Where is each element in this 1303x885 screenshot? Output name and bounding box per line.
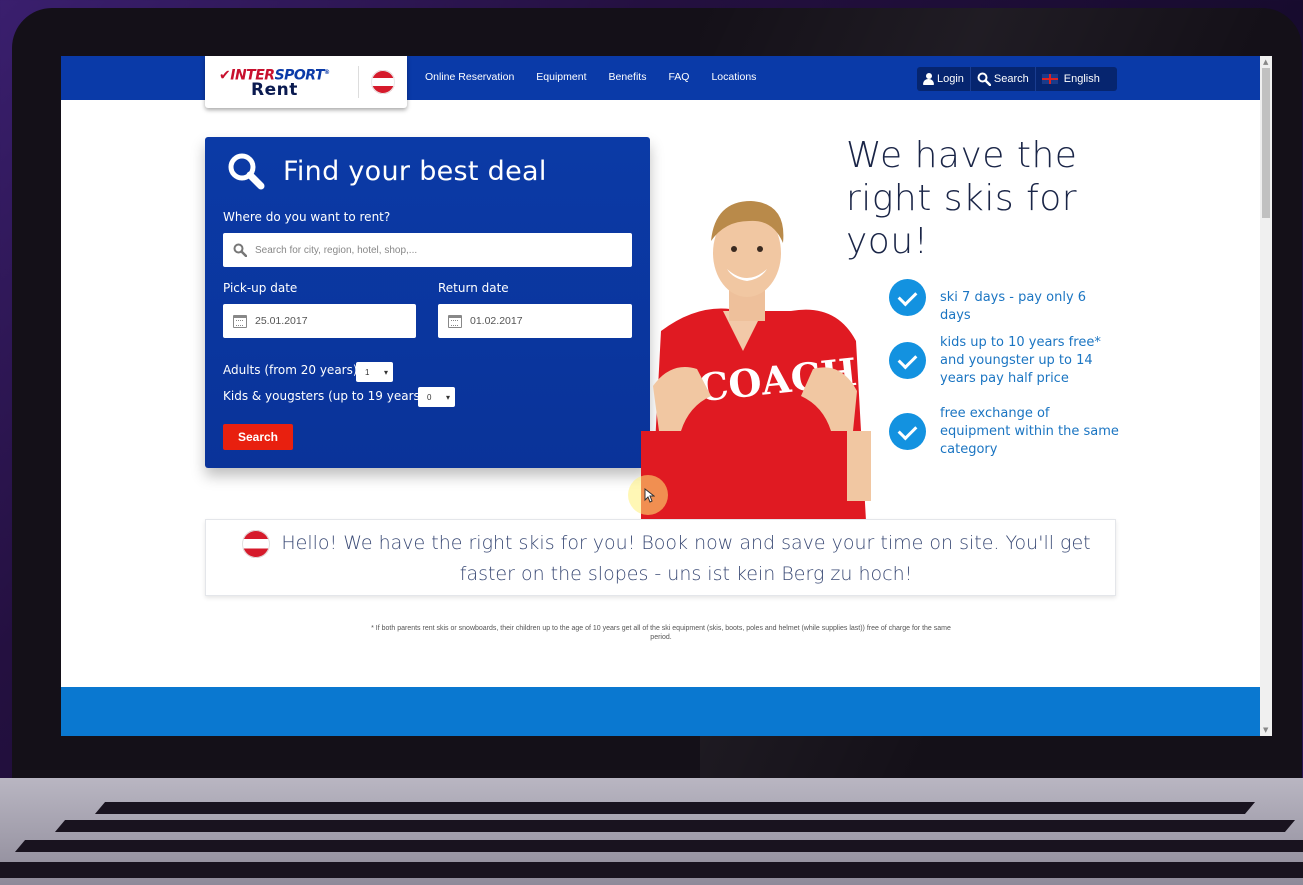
nav-faq[interactable]: FAQ	[668, 71, 689, 83]
return-date-value: 01.02.2017	[470, 315, 523, 327]
pickup-label: Pick-up date	[223, 281, 298, 295]
language-selector[interactable]: English	[1034, 67, 1106, 91]
scroll-up-icon[interactable]: ▲	[1263, 58, 1268, 66]
kids-value: 0	[427, 392, 432, 402]
logo[interactable]: ✔INTERSPORT® Rent	[205, 56, 407, 108]
calendar-icon	[233, 314, 247, 328]
coach-person-image: COACH	[641, 201, 871, 521]
chevron-down-icon: ▾	[383, 367, 388, 377]
uk-flag-icon	[1041, 74, 1058, 84]
benefit-text: free exchange of equipment within the sa…	[940, 406, 1119, 457]
logo-rent: Rent	[251, 79, 298, 100]
nav-equipment[interactable]: Equipment	[536, 71, 586, 83]
search-icon	[977, 72, 991, 86]
laptop-keyboard-base	[0, 778, 1303, 885]
hello-banner: Hello! We have the right skis for you! B…	[205, 519, 1116, 596]
search-field-icon	[233, 243, 247, 257]
logo-divider	[358, 66, 359, 98]
check-icon	[889, 279, 926, 316]
magnifier-icon	[228, 153, 265, 190]
search-panel: Find your best deal Where do you want to…	[205, 137, 650, 468]
where-label: Where do you want to rent?	[223, 210, 391, 224]
keyboard-row	[94, 802, 1256, 814]
user-icon	[923, 73, 934, 85]
scroll-down-icon[interactable]: ▼	[1263, 726, 1268, 734]
benefit-text: kids up to 10 years free* and youngster …	[940, 335, 1101, 386]
footnote: * If both parents rent skis or snowboard…	[371, 625, 951, 641]
return-label: Return date	[438, 281, 509, 295]
search-button[interactable]: Search	[223, 424, 293, 450]
benefit-item: free exchange of equipment within the sa…	[889, 405, 1120, 459]
location-placeholder: Search for city, region, hotel, shop,...	[255, 244, 418, 256]
austria-flag-icon[interactable]	[371, 70, 395, 94]
login-label: Login	[937, 73, 964, 85]
return-date-field[interactable]: 01.02.2017	[438, 304, 632, 338]
hero-title: We have the right skis for you!	[846, 135, 1078, 262]
calendar-icon	[448, 314, 462, 328]
login-button[interactable]: Login	[917, 67, 970, 91]
blue-section-band	[61, 687, 1260, 736]
language-label: English	[1063, 73, 1100, 85]
browser-viewport: ✔INTERSPORT® Rent Online Reservation Equ…	[61, 56, 1272, 736]
check-icon	[889, 342, 926, 379]
check-icon	[889, 413, 926, 450]
page-scrollbar[interactable]: ▲ ▼	[1260, 56, 1272, 736]
pickup-date-value: 25.01.2017	[255, 315, 308, 327]
panel-title: Find your best deal	[283, 155, 547, 187]
search-nav-button[interactable]: Search	[969, 67, 1035, 91]
keyboard-row	[54, 820, 1296, 832]
kids-select[interactable]: 0 ▾	[418, 387, 455, 407]
nav-online-reservation[interactable]: Online Reservation	[425, 71, 514, 83]
nav-locations[interactable]: Locations	[711, 71, 756, 83]
benefit-item: ski 7 days - pay only 6 days	[889, 279, 1120, 325]
adults-label: Adults (from 20 years)	[223, 363, 358, 377]
keyboard-row	[0, 862, 1303, 878]
panel-header: Find your best deal	[227, 152, 547, 190]
pickup-date-field[interactable]: 25.01.2017	[223, 304, 416, 338]
utility-bar: Login Search English	[917, 67, 1117, 91]
nav-benefits[interactable]: Benefits	[609, 71, 647, 83]
main-nav: Online Reservation Equipment Benefits FA…	[425, 71, 756, 83]
benefit-text: ski 7 days - pay only 6 days	[940, 290, 1087, 323]
search-nav-label: Search	[993, 73, 1029, 85]
benefit-item: kids up to 10 years free* and youngster …	[889, 334, 1120, 388]
mouse-pointer-icon	[644, 488, 655, 503]
kids-label: Kids & yougsters (up to 19 years)	[223, 389, 425, 403]
adults-select[interactable]: 1 ▾	[356, 362, 393, 382]
austria-flag-icon	[242, 530, 270, 558]
keyboard-row	[14, 840, 1303, 852]
hello-text: Hello! We have the right skis for you! B…	[281, 532, 1091, 585]
scrollbar-thumb[interactable]	[1262, 68, 1270, 218]
chevron-down-icon: ▾	[445, 392, 450, 402]
adults-value: 1	[365, 367, 370, 377]
top-navbar: ✔INTERSPORT® Rent Online Reservation Equ…	[61, 56, 1260, 108]
location-search-input[interactable]: Search for city, region, hotel, shop,...	[223, 233, 632, 267]
